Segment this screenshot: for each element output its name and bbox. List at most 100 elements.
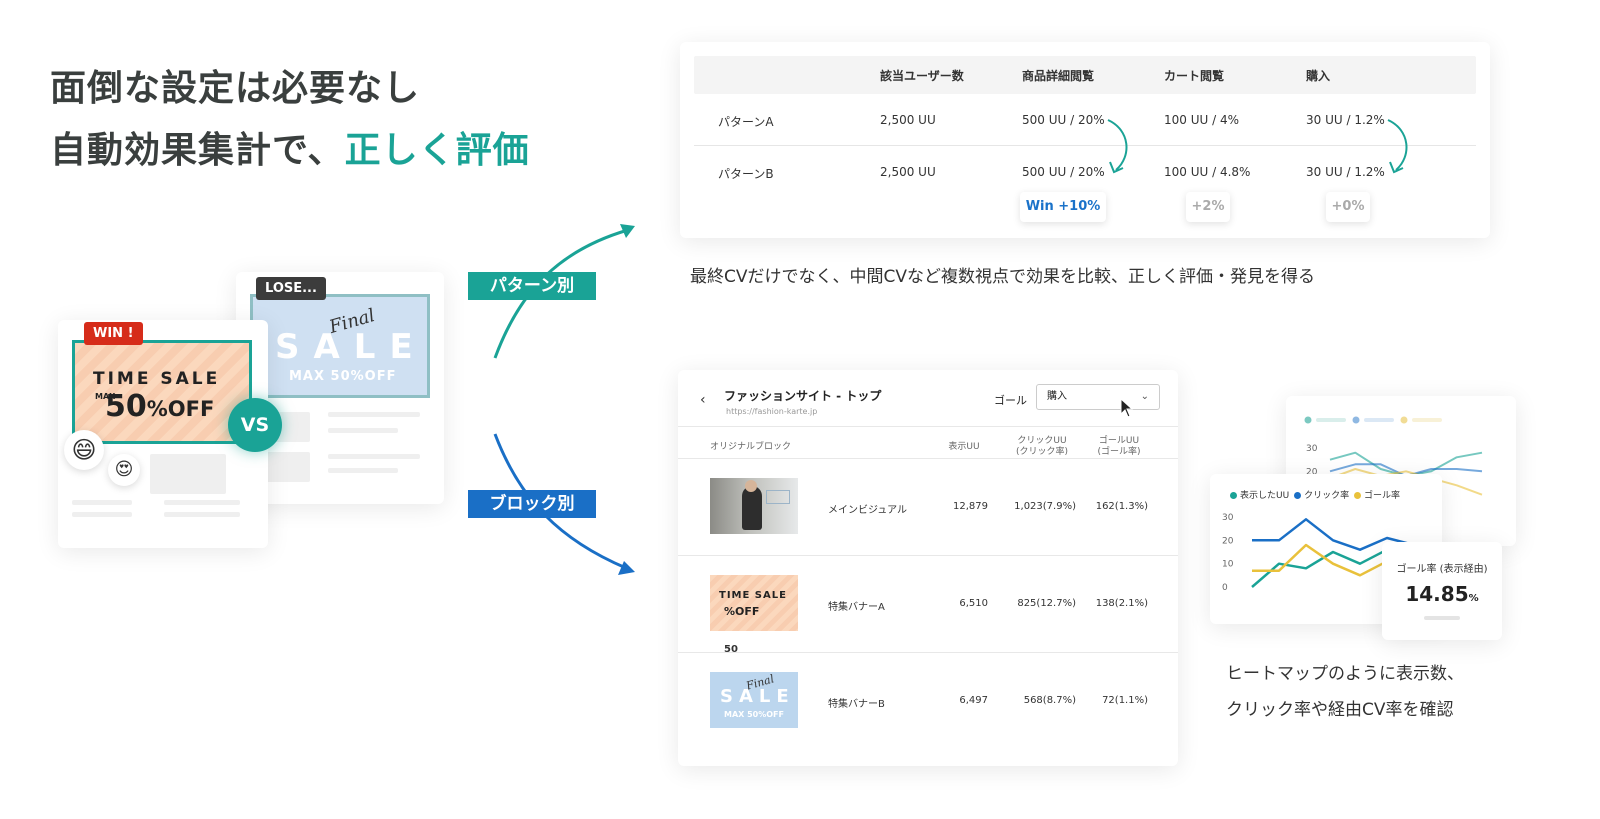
stat-label: ゴール率 (表示経由) xyxy=(1396,564,1488,575)
banner-b-thumbnail: Final SALE MAX 50%OFF xyxy=(710,672,798,728)
cell-users: 2,500 UU xyxy=(880,165,936,179)
banner-sub: MAX 50%OFF xyxy=(289,369,397,384)
main-visual-thumbnail xyxy=(710,478,798,534)
table-row[interactable]: Final SALE MAX 50%OFF 特集バナーB 6,497 568(8… xyxy=(678,652,1178,750)
block-label: ブロック別 xyxy=(468,490,596,518)
block-name: 特集バナーB xyxy=(828,699,885,710)
comparison-arrow-icon xyxy=(1107,119,1128,174)
placeholder-line xyxy=(164,500,240,505)
column-header-clicks-line1: クリックUU xyxy=(1017,436,1067,446)
banner-a-thumbnail: TIME SALE 50 %OFF xyxy=(710,575,798,655)
banner-discount: 50%OFF xyxy=(105,389,214,424)
headline-line2-prefix: 自動効果集計で、 xyxy=(50,130,345,171)
model-head xyxy=(745,480,757,492)
clicks-value: 1,023(7.9%) xyxy=(1014,501,1076,512)
blue-arrowhead-icon xyxy=(618,561,635,575)
heart-eyes-emoji-icon: 😍 xyxy=(108,454,140,486)
headline-accent: 正しく評価 xyxy=(344,130,530,171)
goals-value: 138(2.1%) xyxy=(1095,598,1148,609)
heatmap-caption-line2: クリック率や経由CV率を確認 xyxy=(1226,700,1454,720)
comparison-table: 該当ユーザー数 商品詳細閲覧 カート閲覧 購入 パターンA 2,500 UU 5… xyxy=(680,42,1490,238)
win-tag: WIN ! xyxy=(84,322,143,345)
stat-number: 14.85 xyxy=(1405,582,1469,606)
y-tick-label: 0 xyxy=(1222,583,1228,593)
page-url: https://fashion-karte.jp xyxy=(726,407,818,416)
stat-bar xyxy=(1424,616,1460,620)
heatmap-caption-line1: ヒートマップのように表示数、 xyxy=(1226,664,1464,684)
lose-tag: LOSE... xyxy=(256,277,326,300)
placeholder-line xyxy=(328,454,420,459)
goals-value: 72(1.1%) xyxy=(1102,695,1148,706)
views-value: 6,510 xyxy=(959,598,988,609)
pattern-label: パターン別 xyxy=(468,272,596,300)
row-label: パターンA xyxy=(718,115,774,129)
thumb-discount: 50 %OFF xyxy=(724,601,760,655)
placeholder-line xyxy=(164,512,240,517)
table-row: パターンA 2,500 UU 500 UU / 20% 100 UU / 4% … xyxy=(694,94,1476,146)
placeholder-line xyxy=(72,512,132,517)
cell-detail-view: 500 UU / 20% xyxy=(1022,165,1105,179)
stat-unit: % xyxy=(1468,593,1479,604)
comparison-caption: 最終CVだけでなく、中間CVなど複数視点で効果を比較、正しく評価・発見を得る xyxy=(690,267,1315,287)
banner-discount-number: 50 xyxy=(105,389,147,424)
placeholder-line xyxy=(72,500,132,505)
thumb-sub: MAX 50%OFF xyxy=(724,710,784,719)
back-chevron-icon[interactable]: ‹ xyxy=(700,392,706,408)
table-row[interactable]: メインビジュアル 12,879 1,023(7.9%) 162(1.3%) xyxy=(678,458,1178,556)
sale-banner: Final SALE MAX 50%OFF xyxy=(250,294,430,398)
placeholder-line xyxy=(328,468,398,473)
y-tick-label: 10 xyxy=(1222,560,1234,570)
result-badge: +2% xyxy=(1186,192,1230,222)
clicks-value: 568(8.7%) xyxy=(1023,695,1076,706)
banner-max: MAX xyxy=(95,392,116,401)
result-badge: +0% xyxy=(1326,192,1370,222)
header-purchase: 購入 xyxy=(1306,69,1331,83)
win-result-badge: Win +10% xyxy=(1020,192,1106,222)
header-users: 該当ユーザー数 xyxy=(880,69,964,83)
block-name: 特集バナーA xyxy=(828,602,885,613)
views-value: 12,879 xyxy=(953,501,988,512)
goal-select[interactable]: 購入 ⌄ xyxy=(1036,384,1160,410)
banner-title: SALE xyxy=(275,327,427,367)
mouse-cursor-icon xyxy=(1120,398,1134,418)
headline: 面倒な設定は必要なし 自動効果集計で、正しく評価 xyxy=(50,58,530,182)
table-row: パターンB 2,500 UU 500 UU / 20% 100 UU / 4.8… xyxy=(694,146,1476,198)
page-title: ファッションサイト - トップ xyxy=(724,389,882,403)
column-header-clicks-line2: (クリック率) xyxy=(1015,447,1069,457)
header-cart-view: カート閲覧 xyxy=(1164,69,1225,83)
placeholder-line xyxy=(328,412,420,417)
goal-rate-card: ゴール率 (表示経由) 14.85% xyxy=(1382,542,1502,640)
thumb-discount-suffix: %OFF xyxy=(724,605,760,618)
headline-line2: 自動効果集計で、正しく評価 xyxy=(50,120,530,182)
stat-value: 14.85% xyxy=(1382,582,1502,606)
y-tick-label: 20 xyxy=(1222,536,1234,546)
row-label: パターンB xyxy=(718,167,774,181)
column-header-goals: ゴールUU (ゴール率) xyxy=(1088,436,1150,458)
column-header-clicks: クリックUU (クリック率) xyxy=(1008,436,1076,458)
divider xyxy=(678,426,1178,427)
cell-cart-view: 100 UU / 4% xyxy=(1164,113,1239,127)
sign-frame xyxy=(766,490,790,504)
banner-title: TIME SALE xyxy=(93,369,221,389)
column-header-block: オリジナルブロック xyxy=(710,442,792,452)
table-header: 該当ユーザー数 商品詳細閲覧 カート閲覧 購入 xyxy=(694,56,1476,94)
banner-discount-suffix: %OFF xyxy=(146,397,215,421)
block-table: ‹ ファッションサイト - トップ https://fashion-karte.… xyxy=(678,370,1178,766)
column-header-views: 表示UU xyxy=(948,442,980,452)
block-name: メインビジュアル xyxy=(828,505,907,516)
placeholder-line xyxy=(328,428,398,433)
y-tick-label: 30 xyxy=(1306,444,1318,454)
vs-badge: VS xyxy=(228,398,282,452)
headline-line1: 面倒な設定は必要なし xyxy=(50,68,421,109)
table-row[interactable]: TIME SALE 50 %OFF 特集バナーA 6,510 825(12.7%)… xyxy=(678,555,1178,655)
views-value: 6,497 xyxy=(959,695,988,706)
goals-value: 162(1.3%) xyxy=(1095,501,1148,512)
chevron-down-icon: ⌄ xyxy=(1140,391,1149,402)
laughing-emoji-icon: 😄 xyxy=(64,430,104,470)
cell-detail-view: 500 UU / 20% xyxy=(1022,113,1105,127)
legend-placeholder xyxy=(1304,416,1442,424)
model-figure xyxy=(742,486,762,530)
column-header-goals-line1: ゴールUU xyxy=(1098,436,1140,446)
goal-select-value: 購入 xyxy=(1047,391,1067,402)
thumb-title: SALE xyxy=(720,686,795,707)
